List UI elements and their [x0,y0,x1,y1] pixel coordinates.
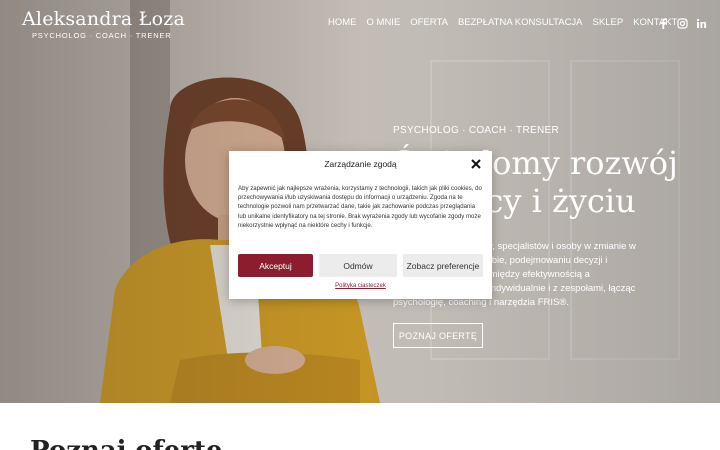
facebook-icon[interactable] [658,16,669,29]
cookie-policy-link[interactable]: Polityka ciasteczek [229,283,492,289]
logo-tagline: PSYCHOLOG · COACH · TRENER [32,31,172,40]
nav-free-consultation[interactable]: BEZPŁATNA KONSULTACJA [458,17,583,28]
close-icon[interactable] [470,157,482,169]
nav-shop[interactable]: SKLEP [593,17,624,28]
consent-message: Aby zapewnić jak najlepsze wrażenia, kor… [238,185,482,229]
see-offer-button[interactable]: POZNAJ OFERTĘ [393,323,483,348]
deny-button[interactable]: Odmów [319,254,397,277]
nav-home[interactable]: HOME [328,17,357,28]
preferences-button[interactable]: Zobacz preferencje [403,254,483,277]
cookie-consent-dialog: Zarządzanie zgodą Aby zapewnić jak najle… [229,151,492,299]
social-links [658,16,707,29]
nav-offer[interactable]: OFERTA [410,17,448,28]
logo-name: Aleksandra Łoza [22,8,185,30]
section-heading: Poznaj ofertę [30,436,223,450]
linkedin-icon[interactable] [696,16,707,28]
nav-about[interactable]: O MNIE [367,17,401,28]
hero-subtitle: PSYCHOLOG · COACH · TRENER [393,125,559,136]
instagram-icon[interactable] [677,16,688,29]
dialog-title: Zarządzanie zgodą [324,159,397,169]
site-logo[interactable]: Aleksandra Łoza PSYCHOLOG · COACH · TREN… [22,8,185,40]
accept-button[interactable]: Akceptuj [238,254,313,277]
site-header: Aleksandra Łoza PSYCHOLOG · COACH · TREN… [0,0,720,46]
main-nav: HOME O MNIE OFERTA BEZPŁATNA KONSULTACJA… [328,17,677,28]
